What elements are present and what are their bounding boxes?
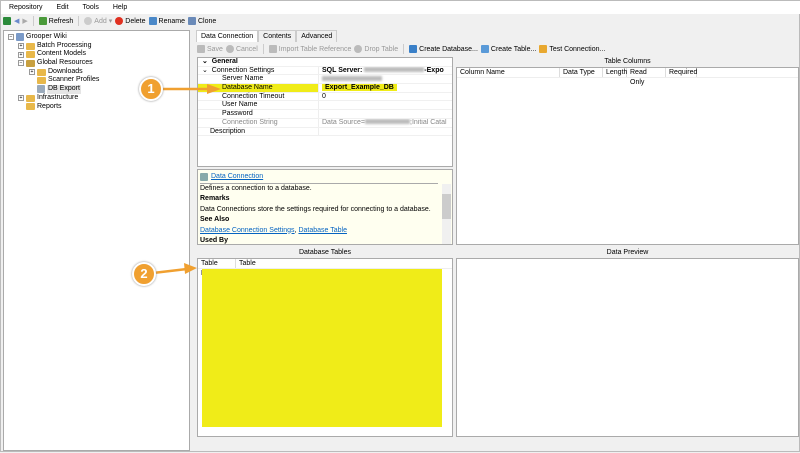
callout-2: 2 xyxy=(132,262,156,286)
arrow-2-head xyxy=(184,263,197,274)
arrow-1-head xyxy=(207,84,221,94)
arrow-2 xyxy=(152,267,188,275)
callout-arrows xyxy=(152,84,221,275)
callout-1: 1 xyxy=(139,77,163,101)
